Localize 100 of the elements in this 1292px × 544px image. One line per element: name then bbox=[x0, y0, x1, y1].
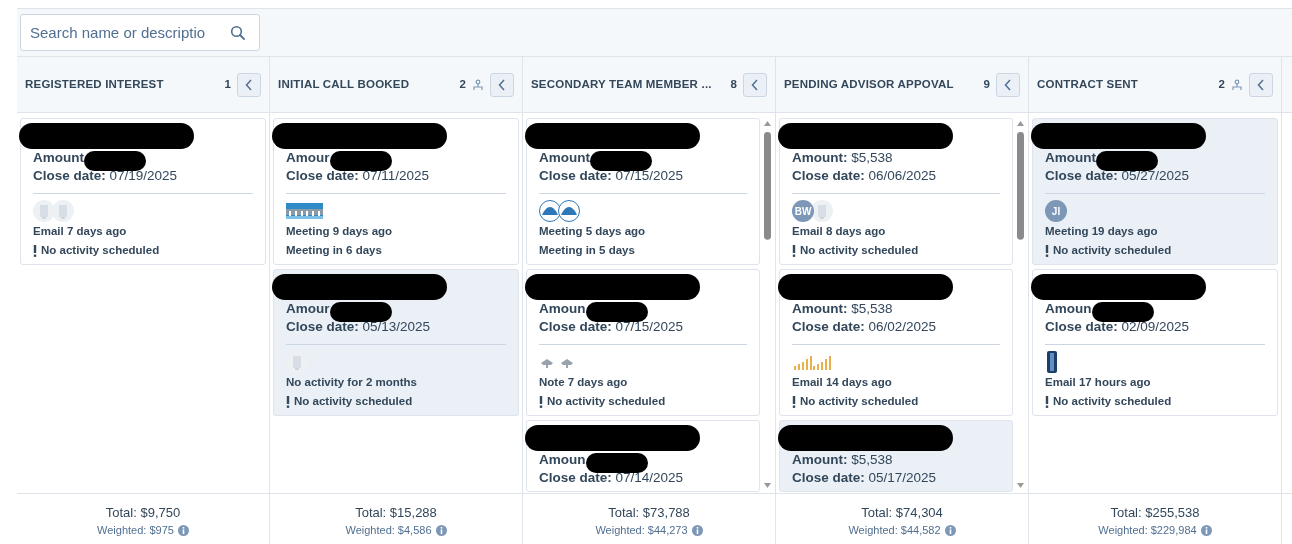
warning-icon bbox=[1045, 244, 1049, 257]
building-icon bbox=[811, 200, 833, 222]
chevron-left-icon bbox=[1004, 78, 1012, 91]
total-text: Total: $9,750 bbox=[104, 505, 182, 521]
close-date-text: Close date: 07/15/2025 bbox=[539, 167, 685, 185]
deal-card[interactable]: Amount Close date: 07/15/2025 Meeting 5 days ago Meeting in 5 days bbox=[526, 118, 760, 265]
tower-icon bbox=[1045, 350, 1059, 374]
redaction-mark bbox=[590, 151, 652, 171]
people-icon bbox=[1231, 78, 1243, 91]
info-icon bbox=[1200, 524, 1212, 536]
amount-text: Amount bbox=[1045, 149, 1096, 167]
close-date-text: Close date: 07/15/2025 bbox=[539, 318, 685, 336]
redaction-mark bbox=[329, 302, 392, 322]
close-date-text: Close date: 05/13/2025 bbox=[286, 318, 432, 336]
redaction-mark bbox=[329, 151, 392, 171]
card-count: 1 bbox=[224, 76, 231, 92]
collapse-button[interactable] bbox=[1249, 72, 1273, 97]
search-icon bbox=[230, 25, 246, 41]
close-date-text: Close date: 05/27/2025 bbox=[1045, 167, 1191, 185]
weighted-text: Weighted: $229,984 bbox=[1098, 523, 1197, 538]
weighted-text: Weighted: $4,586 bbox=[345, 523, 432, 538]
warning-icon bbox=[792, 395, 796, 408]
amount-text: Amount bbox=[33, 149, 84, 167]
column-title: REGISTERED INTEREST bbox=[25, 76, 165, 92]
activity-text: Email 7 days ago bbox=[33, 224, 128, 239]
column-title: CONTRACT SENT bbox=[1037, 76, 1139, 92]
redaction-mark bbox=[585, 302, 648, 322]
deal-card[interactable]: Amount: $5,538 Close date: 05/17/2025 bbox=[779, 420, 1013, 492]
weighted-text: Weighted: $975 bbox=[97, 523, 174, 538]
card-count: 2 bbox=[1218, 76, 1225, 92]
people-icon bbox=[472, 78, 484, 91]
total-text: Total: $73,788 bbox=[607, 505, 691, 521]
collapse-button[interactable] bbox=[237, 72, 261, 97]
warning-icon bbox=[792, 244, 796, 257]
activity-text: Email 14 days ago bbox=[792, 375, 893, 390]
close-date-text: Close date: 06/02/2025 bbox=[792, 318, 938, 336]
deal-card[interactable]: Amount Close date: 05/27/2025 JI Meeting 19 days ago No activity scheduled bbox=[1032, 118, 1278, 265]
close-date-text: Close date: 06/06/2025 bbox=[792, 167, 938, 185]
deal-card[interactable]: Amoun Close date: 07/15/2025 Note 7 days ago No activity scheduled bbox=[526, 269, 760, 416]
next-activity-text: Meeting in 5 days bbox=[539, 243, 635, 258]
deal-card[interactable]: Amount: $5,538 Close date: 06/02/2025 Email 14 days ago No activity scheduled bbox=[779, 269, 1013, 416]
next-activity-text: No activity scheduled bbox=[800, 394, 919, 409]
total-text: Total: $255,538 bbox=[1109, 505, 1201, 521]
total-text: Total: $15,288 bbox=[354, 505, 438, 521]
info-icon bbox=[177, 524, 189, 536]
column-title: SECONDARY TEAM MEMBER ... bbox=[531, 76, 713, 92]
next-activity-text: No activity scheduled bbox=[294, 394, 413, 409]
next-activity-text: No activity scheduled bbox=[800, 243, 919, 258]
collapse-button[interactable] bbox=[490, 72, 514, 97]
close-date-text: Close date: 05/17/2025 bbox=[792, 469, 938, 487]
activity-text: Meeting 19 days ago bbox=[1045, 224, 1159, 239]
search-field[interactable]: Search name or descriptio bbox=[20, 14, 260, 51]
redaction-mark bbox=[1096, 151, 1158, 171]
column-title: PENDING ADVISOR APPOVAL bbox=[784, 76, 955, 92]
wave-icon bbox=[558, 200, 580, 222]
info-icon bbox=[944, 524, 956, 536]
next-activity-text: Meeting in 6 days bbox=[286, 243, 382, 258]
activity-text: Email 17 hours ago bbox=[1045, 375, 1152, 390]
activity-text: Email 8 days ago bbox=[792, 224, 887, 239]
warning-icon bbox=[33, 244, 37, 257]
building-icon bbox=[33, 200, 55, 222]
collapse-button[interactable] bbox=[743, 72, 767, 97]
next-activity-text: No activity scheduled bbox=[1053, 394, 1172, 409]
activity-text: No activity for 2 months bbox=[286, 375, 418, 390]
bridge-icon bbox=[286, 200, 306, 222]
collapse-button[interactable] bbox=[996, 72, 1020, 97]
next-activity-text: No activity scheduled bbox=[41, 243, 160, 258]
column-title: INITIAL CALL BOOKED bbox=[278, 76, 411, 92]
activity-text: Note 7 days ago bbox=[539, 375, 629, 390]
close-date-text: Close date: 07/11/2025 bbox=[286, 167, 431, 185]
amount-text: Amour bbox=[286, 149, 330, 167]
chart-icon bbox=[792, 353, 814, 371]
chevron-left-icon bbox=[245, 78, 253, 91]
chevron-left-icon bbox=[1257, 78, 1265, 91]
warning-icon bbox=[1045, 395, 1049, 408]
deal-card[interactable]: Amount Close date: 07/19/2025 Email 7 days ago No activity scheduled bbox=[20, 118, 266, 265]
next-activity-text: No activity scheduled bbox=[1053, 243, 1172, 258]
deal-card[interactable]: Amount: $5,538 Close date: 06/06/2025 BW Email 8 days ago No activity scheduled bbox=[779, 118, 1013, 265]
deal-card[interactable]: Amour Close date: 05/13/2025 No activity for 2 months No activity scheduled bbox=[273, 269, 519, 416]
card-count: 8 bbox=[730, 76, 737, 92]
amount-text: Amoun bbox=[539, 300, 586, 318]
amount-text: Amount bbox=[539, 149, 590, 167]
next-activity-text: No activity scheduled bbox=[547, 394, 666, 409]
close-date-text: Close date: 07/19/2025 bbox=[33, 167, 179, 185]
deal-card[interactable]: Amour Close date: 07/11/2025 Meeting 9 days ago Meeting in 6 days bbox=[273, 118, 519, 265]
amount-text: Amoun bbox=[1045, 300, 1092, 318]
activity-text: Meeting 9 days ago bbox=[286, 224, 394, 239]
deal-card[interactable]: Amoun Close date: 07/14/2025 bbox=[526, 420, 760, 492]
chevron-left-icon bbox=[498, 78, 506, 91]
amount-text: Amount: $5,538 bbox=[792, 451, 893, 469]
redaction-mark bbox=[1091, 302, 1154, 322]
amount-text: Amount: $5,538 bbox=[792, 149, 893, 167]
redaction-mark bbox=[585, 453, 648, 473]
info-icon bbox=[691, 524, 703, 536]
deal-card[interactable]: Amoun Close date: 02/09/2025 Email 17 hours ago No activity scheduled bbox=[1032, 269, 1278, 416]
amount-text: Amount: $5,538 bbox=[792, 300, 893, 318]
total-text: Total: $74,304 bbox=[860, 505, 944, 521]
warning-icon bbox=[286, 395, 290, 408]
amount-text: Amour bbox=[286, 300, 330, 318]
card-count: 9 bbox=[983, 76, 990, 92]
